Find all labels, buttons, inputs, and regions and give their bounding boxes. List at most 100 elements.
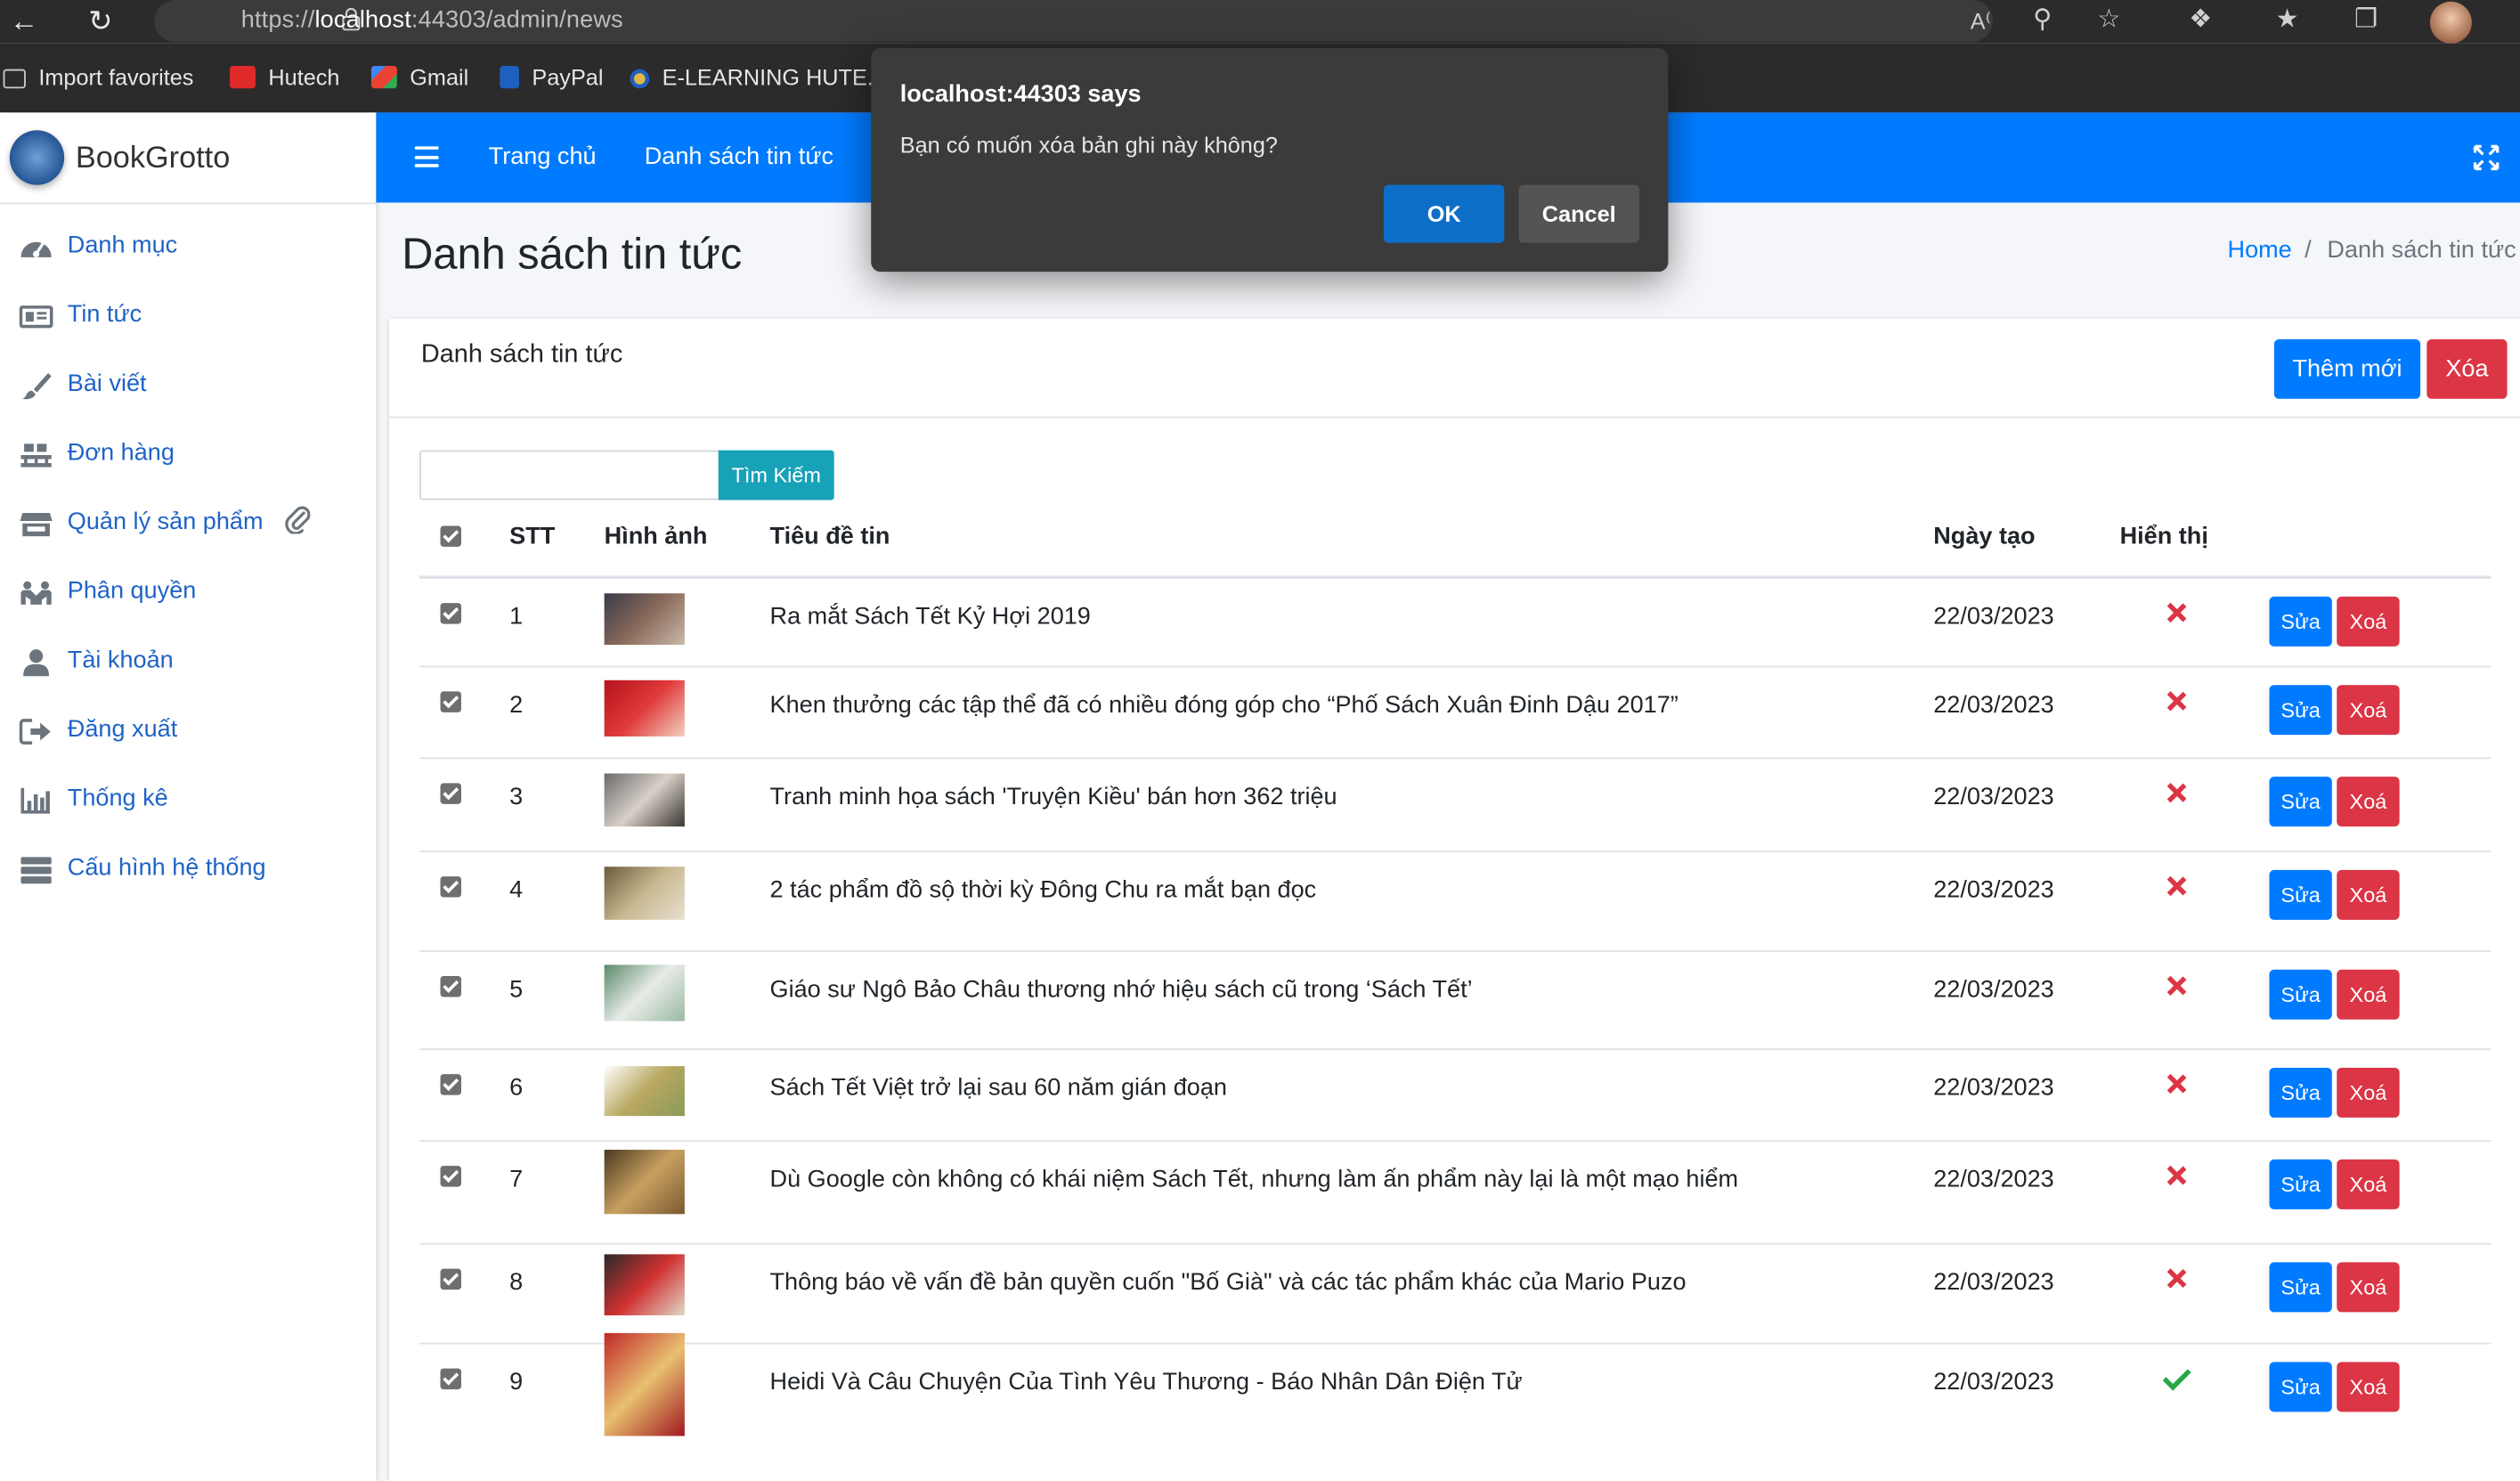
row-thumbnail: [604, 866, 685, 919]
row-checkbox[interactable]: [440, 1074, 461, 1095]
profile-avatar[interactable]: [2429, 1, 2472, 44]
sidebar-item-products[interactable]: Quản lý sản phẩm: [0, 497, 376, 555]
sidebar-item-posts[interactable]: Bài viết: [0, 359, 376, 417]
edit-button[interactable]: Sửa: [2269, 969, 2332, 1020]
row-delete-button[interactable]: Xoá: [2337, 596, 2400, 647]
row-checkbox[interactable]: [440, 1166, 461, 1187]
row-date: 22/03/2023: [1933, 1074, 2054, 1102]
fav-elearning[interactable]: E-LEARNING HUTE...: [630, 64, 886, 90]
collections-icon[interactable]: ❐: [2354, 4, 2378, 37]
sidebar-item-categories[interactable]: Danh mục: [0, 220, 376, 278]
refresh-icon[interactable]: ↻: [88, 4, 112, 37]
edit-button[interactable]: Sửa: [2269, 1159, 2332, 1209]
edit-button[interactable]: Sửa: [2269, 777, 2332, 827]
row-checkbox[interactable]: [440, 876, 461, 898]
edit-button[interactable]: Sửa: [2269, 869, 2332, 920]
fav-gmail[interactable]: Gmail: [370, 64, 468, 90]
visible-check-icon[interactable]: [2162, 1367, 2191, 1389]
brand-name: BookGrotto: [75, 141, 231, 175]
add-favorite-icon[interactable]: ☆: [2097, 4, 2120, 37]
read-aloud-icon[interactable]: A⁽: [1971, 4, 1991, 37]
sidebar-item-news[interactable]: Tin tức: [0, 289, 376, 347]
search-button[interactable]: Tìm Kiếm: [718, 450, 834, 500]
select-all-checkbox[interactable]: [440, 525, 461, 547]
row-delete-button[interactable]: Xoá: [2337, 1362, 2400, 1412]
back-icon[interactable]: ←: [10, 4, 38, 37]
row-delete-button[interactable]: Xoá: [2337, 1067, 2400, 1118]
row-thumbnail: [604, 772, 685, 826]
edit-button[interactable]: Sửa: [2269, 1067, 2332, 1118]
row-delete-button[interactable]: Xoá: [2337, 777, 2400, 827]
row-delete-button[interactable]: Xoá: [2337, 869, 2400, 920]
sidebar: BookGrotto Danh mục Tin tức Bài viết Đơn…: [0, 112, 377, 1481]
row-title[interactable]: 2 tác phẩm đồ sộ thời kỳ Đông Chu ra mắt…: [770, 876, 1317, 904]
row-title[interactable]: Tranh minh họa sách 'Truyện Kiều' bán hơ…: [770, 783, 1337, 810]
delete-selected-button[interactable]: Xóa: [2427, 338, 2508, 399]
fullscreen-icon[interactable]: [2473, 144, 2500, 171]
add-new-button[interactable]: Thêm mới: [2273, 338, 2421, 399]
row-title[interactable]: Dù Google còn không có khái niệm Sách Tế…: [770, 1166, 1739, 1193]
hidden-x-icon[interactable]: [2166, 1074, 2186, 1094]
row-delete-button[interactable]: Xoá: [2337, 685, 2400, 736]
row-title[interactable]: Heidi Và Câu Chuyện Của Tình Yêu Thương …: [770, 1369, 1523, 1396]
row-title[interactable]: Sách Tết Việt trở lại sau 60 năm gián đo…: [770, 1074, 1227, 1102]
breadcrumb-home[interactable]: Home: [2228, 236, 2292, 264]
extensions-icon[interactable]: ❖: [2189, 4, 2212, 37]
fav-hutech[interactable]: Hutech: [230, 64, 339, 90]
users-icon: [20, 581, 52, 605]
edit-button[interactable]: Sửa: [2269, 596, 2332, 647]
hidden-x-icon[interactable]: [2166, 1166, 2186, 1185]
zoom-icon[interactable]: ⚲: [2033, 4, 2052, 37]
hidden-x-icon[interactable]: [2166, 1269, 2186, 1289]
row-title[interactable]: Thông báo về vấn đề bản quyền cuốn "Bố G…: [770, 1269, 1687, 1297]
row-stt: 8: [509, 1268, 524, 1297]
row-delete-button[interactable]: Xoá: [2337, 1262, 2400, 1313]
row-delete-button[interactable]: Xoá: [2337, 1159, 2400, 1209]
sidebar-item-label: Quản lý sản phẩm: [67, 508, 264, 536]
hidden-x-icon[interactable]: [2166, 603, 2186, 623]
nav-news-link[interactable]: Danh sách tin tức: [645, 143, 833, 171]
newspaper-icon: [19, 305, 53, 329]
hidden-x-icon[interactable]: [2166, 876, 2186, 896]
dialog-cancel-button[interactable]: Cancel: [1518, 184, 1639, 243]
sidebar-item-orders[interactable]: Đơn hàng: [0, 427, 376, 485]
row-checkbox[interactable]: [440, 1268, 461, 1290]
hidden-x-icon[interactable]: [2166, 783, 2186, 802]
fav-import[interactable]: Import favorites: [3, 64, 193, 90]
hidden-x-icon[interactable]: [2166, 691, 2186, 711]
hamburger-menu-icon[interactable]: [414, 146, 439, 167]
edit-button[interactable]: Sửa: [2269, 685, 2332, 736]
edit-button[interactable]: Sửa: [2269, 1362, 2332, 1412]
hidden-x-icon[interactable]: [2166, 976, 2186, 996]
row-title[interactable]: Khen thưởng các tập thể đã có nhiều đóng…: [770, 691, 1679, 719]
row-checkbox[interactable]: [440, 783, 461, 804]
address-bar[interactable]: https://localhost:44303/admin/news: [154, 0, 1994, 42]
sidebar-item-statistics[interactable]: Thống kê: [0, 774, 376, 832]
fav-paypal[interactable]: PayPal: [500, 64, 603, 90]
row-divider: [419, 757, 2492, 760]
user-icon: [23, 649, 50, 677]
sidebar-item-settings[interactable]: Cấu hình hệ thống: [0, 842, 376, 900]
sidebar-item-permissions[interactable]: Phân quyền: [0, 566, 376, 624]
sidebar-item-label: Phân quyền: [67, 577, 197, 605]
sidebar-item-label: Thống kê: [67, 785, 168, 812]
favorites-icon[interactable]: ★: [2276, 4, 2299, 37]
nav-home-link[interactable]: Trang chủ: [489, 143, 597, 171]
row-stt: 9: [509, 1368, 524, 1396]
row-checkbox[interactable]: [440, 1368, 461, 1390]
brand[interactable]: BookGrotto: [0, 112, 377, 205]
dialog-ok-button[interactable]: OK: [1383, 184, 1505, 243]
row-checkbox[interactable]: [440, 603, 461, 624]
hutech-icon: [230, 66, 256, 89]
sidebar-item-logout[interactable]: Đăng xuất: [0, 704, 376, 762]
row-checkbox[interactable]: [440, 691, 461, 712]
row-checkbox[interactable]: [440, 976, 461, 997]
dashboard-icon: [20, 241, 52, 257]
sidebar-item-accounts[interactable]: Tài khoản: [0, 635, 376, 693]
edit-button[interactable]: Sửa: [2269, 1262, 2332, 1313]
row-title[interactable]: Ra mắt Sách Tết Kỷ Hợi 2019: [770, 603, 1091, 631]
row-delete-button[interactable]: Xoá: [2337, 969, 2400, 1020]
search-input[interactable]: [419, 450, 720, 500]
row-title[interactable]: Giáo sư Ngô Bảo Châu thương nhớ hiệu sác…: [770, 976, 1473, 1004]
row-divider: [419, 1342, 2492, 1345]
